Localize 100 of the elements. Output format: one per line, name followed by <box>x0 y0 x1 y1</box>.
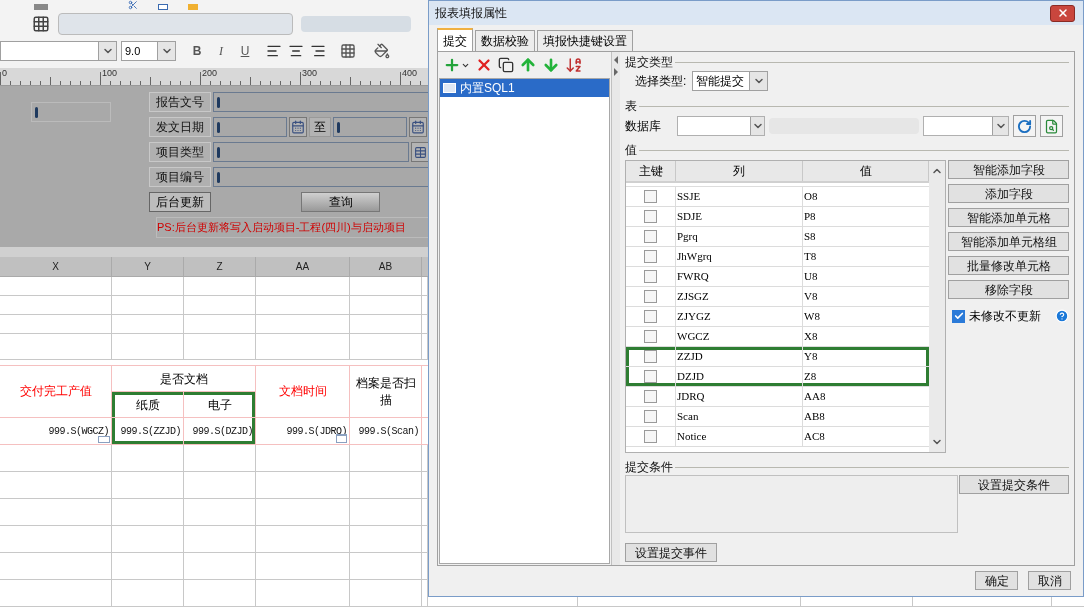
column-header[interactable]: X <box>0 257 112 276</box>
cut-icon[interactable] <box>128 0 138 10</box>
copy-icon[interactable] <box>498 57 514 73</box>
table-row[interactable]: FWRQ U8 <box>626 267 929 287</box>
table-cell[interactable]: 999.S(DZJD) <box>184 418 255 444</box>
table-cell[interactable]: ZJYGZ <box>677 311 711 322</box>
table-row[interactable]: ZJSGZ V8 <box>626 287 929 307</box>
delete-icon[interactable] <box>475 56 493 74</box>
table-cell[interactable]: 999.S(Scan) <box>350 418 421 444</box>
align-right-icon[interactable] <box>310 43 326 59</box>
column-header[interactable]: Y <box>112 257 184 276</box>
checkbox[interactable] <box>644 190 657 203</box>
checkbox[interactable] <box>644 290 657 303</box>
table-row[interactable]: WGCZ X8 <box>626 327 929 347</box>
table-cell[interactable]: T8 <box>804 251 817 262</box>
table-row[interactable]: SSJE O8 <box>626 187 929 207</box>
fill-color-icon[interactable] <box>374 43 390 59</box>
table-cell[interactable]: AB8 <box>804 411 825 422</box>
refresh-button[interactable] <box>1013 115 1036 137</box>
table-cell[interactable]: Z8 <box>804 371 817 382</box>
align-left-icon[interactable] <box>266 43 282 59</box>
insert-grid-icon[interactable] <box>32 15 50 33</box>
font-dropdown[interactable] <box>0 41 117 61</box>
list-picker-icon[interactable] <box>411 142 429 162</box>
table-cell[interactable]: U8 <box>804 271 818 282</box>
input-field[interactable] <box>31 102 111 122</box>
collapse-right-icon[interactable] <box>614 68 619 76</box>
size-dropdown[interactable]: 9.0 <box>121 41 176 61</box>
table-row[interactable]: Pgrq S8 <box>626 227 929 247</box>
table-row[interactable]: JhWgrq T8 <box>626 247 929 267</box>
table-cell[interactable]: P8 <box>804 211 816 222</box>
format-button[interactable]: B <box>188 42 206 60</box>
table-dropdown[interactable] <box>923 116 1009 136</box>
table-cell[interactable]: SSJE <box>677 191 701 202</box>
table-row[interactable]: JDRQ AA8 <box>626 387 929 407</box>
table-cell[interactable]: 999.S(WGCZ) <box>0 418 111 444</box>
table-cell[interactable]: Notice <box>677 431 707 442</box>
action-button[interactable]: 添加字段 <box>948 184 1069 203</box>
calendar-icon[interactable] <box>409 117 427 137</box>
checkbox[interactable] <box>644 250 657 263</box>
tab[interactable]: 数据校验 <box>475 30 535 51</box>
checkbox[interactable] <box>644 330 657 343</box>
table-row[interactable]: Notice AC8 <box>626 427 929 447</box>
checkbox[interactable] <box>644 390 657 403</box>
align-center-icon[interactable] <box>288 43 304 59</box>
table-cell[interactable]: FWRQ <box>677 271 709 282</box>
condition-button[interactable]: 设置提交条件 <box>959 475 1069 494</box>
table-cell[interactable]: AC8 <box>804 431 825 442</box>
dialog-button[interactable]: 取消 <box>1028 571 1071 590</box>
format-button[interactable]: U <box>236 42 254 60</box>
table-row[interactable]: ZZJD Y8 <box>626 347 929 367</box>
column-header[interactable]: AB <box>350 257 422 276</box>
move-up-icon[interactable] <box>519 56 537 74</box>
checkbox[interactable] <box>644 270 657 283</box>
sort-icon[interactable] <box>565 56 583 74</box>
input-field[interactable] <box>213 117 287 137</box>
column-header[interactable]: 主键 <box>626 161 676 181</box>
list-item[interactable]: 内置SQL1 <box>440 79 610 97</box>
table-cell[interactable]: S8 <box>804 231 816 242</box>
table-cell[interactable]: WGCZ <box>677 331 710 342</box>
border-icon[interactable] <box>340 43 356 59</box>
table-cell[interactable]: JDRQ <box>677 391 705 402</box>
table-cell[interactable]: Scan <box>677 411 699 422</box>
checkbox[interactable] <box>644 370 657 383</box>
action-button[interactable]: 智能添加单元格组 <box>948 232 1069 251</box>
toolbar-icon[interactable] <box>158 4 168 10</box>
input-field[interactable] <box>333 117 407 137</box>
table-cell[interactable]: Y8 <box>804 351 818 362</box>
table-cell[interactable]: JhWgrq <box>677 251 712 262</box>
column-header[interactable]: Z <box>184 257 256 276</box>
type-dropdown[interactable]: 智能提交 <box>692 71 769 91</box>
add-icon[interactable] <box>443 56 470 74</box>
help-icon[interactable] <box>1055 309 1069 323</box>
table-cell[interactable]: ZZJD <box>677 351 703 362</box>
table-cell[interactable]: O8 <box>804 191 818 202</box>
query-button[interactable]: 查询 <box>301 192 380 212</box>
action-button[interactable]: 移除字段 <box>948 280 1069 299</box>
table-cell[interactable]: W8 <box>804 311 820 322</box>
action-button[interactable]: 批量修改单元格 <box>948 256 1069 275</box>
checkbox[interactable] <box>644 230 657 243</box>
tab[interactable]: 提交 <box>437 28 473 51</box>
checkbox[interactable] <box>644 410 657 423</box>
table-cell[interactable]: V8 <box>804 291 818 302</box>
collapse-left-icon[interactable] <box>614 56 619 64</box>
table-cell[interactable]: ZJSGZ <box>677 291 709 302</box>
checkbox[interactable] <box>644 430 657 443</box>
calendar-icon[interactable] <box>289 117 307 137</box>
table-row[interactable]: SDJE P8 <box>626 207 929 227</box>
database-dropdown[interactable] <box>677 116 765 136</box>
dialog-button[interactable]: 确定 <box>975 571 1018 590</box>
scrollbar[interactable] <box>929 161 945 452</box>
table-cell[interactable]: AA8 <box>804 391 826 402</box>
move-down-icon[interactable] <box>542 56 560 74</box>
action-button[interactable]: 智能添加字段 <box>948 160 1069 179</box>
table-row[interactable]: DZJD Z8 <box>626 367 929 387</box>
preview-button[interactable] <box>1040 115 1063 137</box>
tab[interactable]: 填报快捷键设置 <box>537 30 633 51</box>
table-row[interactable]: ZJYGZ W8 <box>626 307 929 327</box>
table-row[interactable]: Scan AB8 <box>626 407 929 427</box>
table-cell[interactable]: 999.S(ZZJD) <box>112 418 183 444</box>
